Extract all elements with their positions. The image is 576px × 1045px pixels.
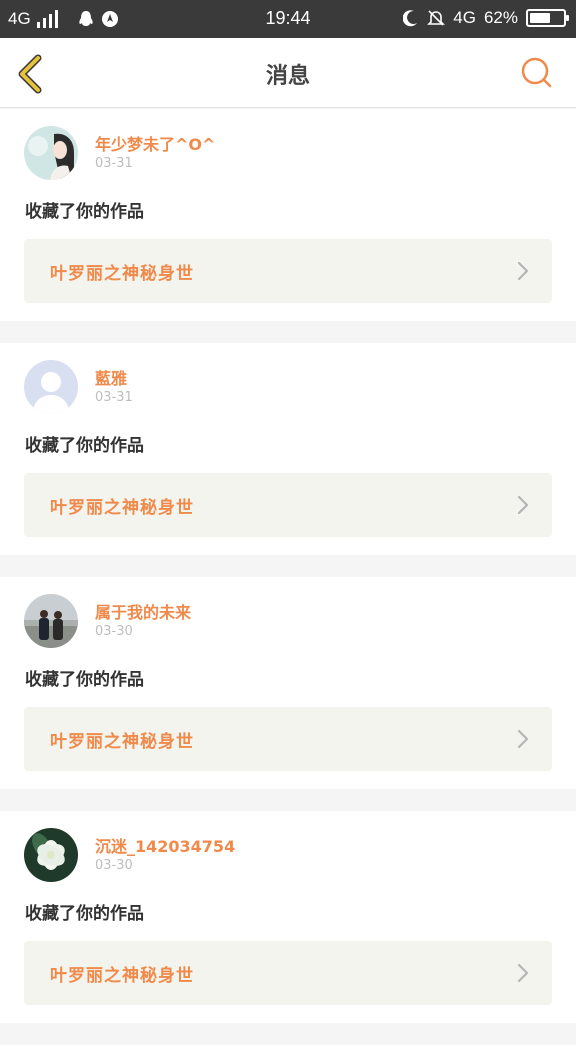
work-title: 叶罗丽之神秘身世 <box>50 498 194 518</box>
battery-icon <box>526 9 569 27</box>
status-bar: 4G 19:44 4G 62% <box>0 0 576 38</box>
action-text: 收藏了你的作品 <box>25 436 144 456</box>
flower-avatar-icon <box>24 828 78 882</box>
default-avatar-icon <box>24 360 78 414</box>
bell-muted-icon <box>427 10 446 26</box>
couple-photo-avatar-icon <box>24 594 78 648</box>
action-text: 收藏了你的作品 <box>25 202 144 222</box>
user-name[interactable]: 沉迷_142034754 <box>95 833 235 857</box>
action-text: 收藏了你的作品 <box>25 904 144 924</box>
anime-girl-avatar-icon <box>24 126 78 180</box>
nav-bar: 消息 <box>0 38 576 108</box>
message-card: 沉迷_142034754 03-30 收藏了你的作品 叶罗丽之神秘身世 <box>0 811 576 1023</box>
message-card: 藍雅 03-31 收藏了你的作品 叶罗丽之神秘身世 <box>0 343 576 555</box>
work-title: 叶罗丽之神秘身世 <box>50 264 194 284</box>
work-title: 叶罗丽之神秘身世 <box>50 966 194 986</box>
message-card: 属于我的未来 03-30 收藏了你的作品 叶罗丽之神秘身世 <box>0 577 576 789</box>
moon-icon <box>403 10 418 27</box>
battery-level <box>530 13 550 23</box>
message-list: 年少梦未了^O^ 03-31 收藏了你的作品 叶罗丽之神秘身世 藍雅 03-31… <box>0 109 576 1045</box>
work-link[interactable]: 叶罗丽之神秘身世 <box>24 473 552 537</box>
message-date: 03-31 <box>95 156 133 171</box>
page-title: 消息 <box>265 64 310 89</box>
work-title: 叶罗丽之神秘身世 <box>50 732 194 752</box>
chevron-right-icon <box>517 729 529 749</box>
chevron-right-icon <box>517 495 529 515</box>
search-icon[interactable] <box>520 56 554 90</box>
user-avatar[interactable] <box>24 828 78 882</box>
work-link[interactable]: 叶罗丽之神秘身世 <box>24 239 552 303</box>
network-type-right: 4G <box>453 8 476 27</box>
battery-percent: 62% <box>483 8 518 27</box>
user-avatar[interactable] <box>24 126 78 180</box>
message-date: 03-31 <box>95 390 133 405</box>
chevron-right-icon <box>517 963 529 983</box>
work-link[interactable]: 叶罗丽之神秘身世 <box>24 707 552 771</box>
message-date: 03-30 <box>95 624 133 639</box>
message-card: 年少梦未了^O^ 03-31 收藏了你的作品 叶罗丽之神秘身世 <box>0 109 576 321</box>
user-name[interactable]: 藍雅 <box>95 365 127 389</box>
chevron-right-icon <box>517 261 529 281</box>
action-text: 收藏了你的作品 <box>25 670 144 690</box>
user-avatar[interactable] <box>24 360 78 414</box>
message-date: 03-30 <box>95 858 133 873</box>
user-name[interactable]: 属于我的未来 <box>95 599 191 623</box>
user-avatar[interactable] <box>24 594 78 648</box>
user-name[interactable]: 年少梦未了^O^ <box>95 131 215 155</box>
work-link[interactable]: 叶罗丽之神秘身世 <box>24 941 552 1005</box>
